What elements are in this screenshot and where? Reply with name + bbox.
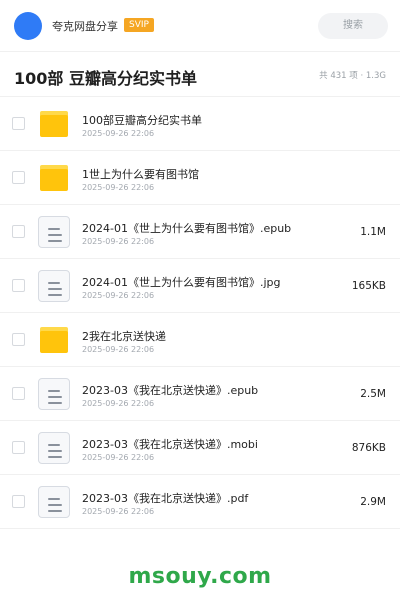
file-date: 2025-09-26 22:06 (82, 129, 155, 138)
file-date: 2025-09-26 22:06 (82, 399, 155, 408)
row-checkbox[interactable] (12, 333, 25, 346)
row-checkbox[interactable] (12, 117, 25, 130)
file-row[interactable]: 2024-01《世上为什么要有图书馆》.epub 2025-09-26 22:06… (0, 205, 400, 259)
folder-icon (38, 324, 70, 356)
file-icon (38, 378, 70, 410)
file-size: 165KB (351, 280, 386, 292)
row-checkbox[interactable] (12, 495, 25, 508)
file-date: 2025-09-26 22:06 (82, 345, 155, 354)
file-name[interactable]: 1世上为什么要有图书馆 (82, 166, 199, 182)
file-date: 2025-09-26 22:06 (82, 507, 155, 516)
file-name[interactable]: 2024-01《世上为什么要有图书馆》.epub (82, 220, 291, 236)
file-list: 100部豆瓣高分纪实书单 2025-09-26 22:06 1世上为什么要有图书馆 2… (0, 97, 400, 529)
file-icon (38, 216, 70, 248)
file-date: 2025-09-26 22:06 (82, 237, 155, 246)
row-checkbox[interactable] (12, 441, 25, 454)
file-row[interactable]: 2我在北京送快递 2025-09-26 22:06 (0, 313, 400, 367)
file-date: 2025-09-26 22:06 (82, 183, 155, 192)
file-size: 876KB (351, 442, 386, 454)
file-icon (38, 486, 70, 518)
folder-meta: 共 431 项 · 1.3G (319, 71, 386, 81)
row-checkbox[interactable] (12, 225, 25, 238)
svip-badge: SVIP (124, 18, 154, 32)
file-name[interactable]: 2023-03《我在北京送快递》.pdf (82, 490, 248, 506)
file-row[interactable]: 2023-03《我在北京送快递》.pdf 2025-09-26 22:06 2.9M (0, 475, 400, 529)
file-name[interactable]: 2我在北京送快递 (82, 328, 166, 344)
folder-icon (38, 162, 70, 194)
file-row[interactable]: 2023-03《我在北京送快递》.epub 2025-09-26 22:06 2.5… (0, 367, 400, 421)
brand-name: 夸克网盘分享 (52, 20, 118, 33)
file-row[interactable]: 2024-01《世上为什么要有图书馆》.jpg 2025-09-26 22:06 1… (0, 259, 400, 313)
folder-header: 100部 豆瓣高分纪实书单 共 431 项 · 1.3G (0, 52, 400, 97)
file-name[interactable]: 2023-03《我在北京送快递》.mobi (82, 436, 258, 452)
file-date: 2025-09-26 22:06 (82, 291, 155, 300)
file-row[interactable]: 2023-03《我在北京送快递》.mobi 2025-09-26 22:06 876… (0, 421, 400, 475)
file-name[interactable]: 100部豆瓣高分纪实书单 (82, 112, 202, 128)
folder-icon (38, 108, 70, 140)
row-checkbox[interactable] (12, 171, 25, 184)
row-checkbox[interactable] (12, 279, 25, 292)
file-row[interactable]: 1世上为什么要有图书馆 2025-09-26 22:06 (0, 151, 400, 205)
search-input[interactable]: 搜索 (318, 13, 388, 39)
file-date: 2025-09-26 22:06 (82, 453, 155, 462)
file-size: 2.5M (360, 388, 386, 400)
file-icon (38, 432, 70, 464)
file-name[interactable]: 2024-01《世上为什么要有图书馆》.jpg (82, 274, 280, 290)
file-size: 2.9M (360, 496, 386, 508)
file-icon (38, 270, 70, 302)
file-row[interactable]: 100部豆瓣高分纪实书单 2025-09-26 22:06 (0, 97, 400, 151)
avatar[interactable] (14, 12, 42, 40)
file-size: 1.1M (360, 226, 386, 238)
page-title: 100部 豆瓣高分纪实书单 (14, 69, 197, 88)
watermark: msouy.com (128, 564, 272, 589)
file-name[interactable]: 2023-03《我在北京送快递》.epub (82, 382, 258, 398)
top-bar: 夸克网盘分享 SVIP 搜索 (0, 0, 400, 52)
row-checkbox[interactable] (12, 387, 25, 400)
